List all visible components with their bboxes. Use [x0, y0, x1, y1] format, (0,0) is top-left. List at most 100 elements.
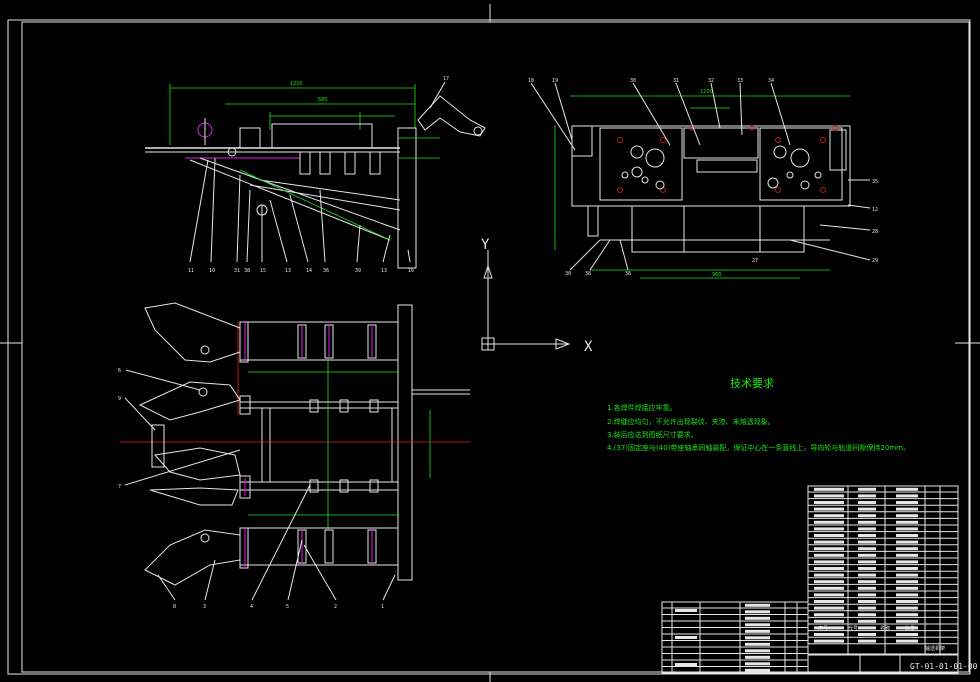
balloon-tl-3: 38 — [244, 268, 250, 274]
bom-right-name-glyph — [858, 494, 876, 498]
bom-right-code-glyph — [814, 573, 844, 577]
bom-right-code-glyph — [814, 547, 844, 551]
bom-right-code-glyph — [814, 507, 844, 511]
balloon-b-2: 7 — [118, 484, 121, 490]
bom-right-spec-glyph — [896, 514, 918, 518]
dim-top-right-bottom: 960 — [712, 272, 722, 278]
front-view-top-right: 1200 960 — [530, 82, 871, 279]
bom-right-name-glyph — [858, 534, 876, 537]
balloon-tr-3: 31 — [673, 78, 679, 84]
bom-right-name-glyph — [858, 626, 876, 630]
dim-top-left-overall: 1200 — [290, 81, 303, 87]
bom-right-name-glyph — [858, 540, 876, 544]
bom-right-code-glyph — [814, 639, 844, 643]
tech-requirement-1: 1.各焊件焊接应牢靠。 — [607, 403, 677, 412]
bom-right-spec-glyph — [896, 606, 918, 610]
bom-right-spec-glyph — [896, 547, 918, 551]
balloons-bottom: 6 9 7 8 3 4 5 2 1 — [118, 368, 384, 610]
balloon-b-8: 1 — [381, 604, 384, 610]
bom-right-name-glyph — [858, 613, 876, 617]
balloon-tl-0: 11 — [188, 268, 194, 274]
balloon-tr-6: 34 — [768, 78, 774, 84]
balloon-tl-7: 36 — [323, 268, 329, 274]
bom-right-code-glyph — [814, 586, 844, 590]
bom-right-name-glyph — [858, 507, 876, 511]
bom-right-name-glyph — [858, 567, 876, 570]
bom-right-code-glyph — [814, 593, 844, 597]
title-col-header-0: 序号 — [818, 625, 828, 632]
axis-label-x: X — [584, 339, 593, 355]
bom-right-spec-glyph — [896, 593, 918, 597]
bom-right-name-glyph — [858, 573, 876, 577]
balloon-b-5: 4 — [250, 604, 253, 610]
bom-left-name-glyph — [745, 603, 770, 607]
bom-right-name-glyph — [858, 501, 876, 504]
axis-label-y: Y — [481, 237, 490, 253]
bom-left-name-glyph — [745, 636, 770, 640]
dim-top-left-inner: 680 — [318, 97, 328, 103]
bom-right-code-glyph — [814, 580, 844, 584]
bom-right-code-glyph — [814, 600, 844, 603]
balloon-tr-13: 38 — [585, 271, 591, 277]
ucs-icon: Y X — [481, 237, 593, 355]
bom-right-spec-glyph — [896, 540, 918, 544]
balloon-tl-1: 10 — [209, 268, 215, 274]
balloon-b-0: 6 — [118, 368, 121, 374]
bom-right-name-glyph — [858, 520, 876, 524]
bom-right-name-glyph — [858, 547, 876, 551]
bom-right-name-glyph — [858, 553, 876, 557]
bom-right-spec-glyph — [896, 586, 918, 590]
bom-right-code-glyph — [814, 606, 844, 610]
balloon-b-6: 5 — [286, 604, 289, 610]
bom-right-spec-glyph — [896, 567, 918, 570]
balloon-tr-9: 28 — [872, 229, 878, 235]
bom-right-code-glyph — [814, 534, 844, 537]
plan-view-bottom-left — [120, 302, 470, 601]
bom-right-name-glyph — [858, 633, 876, 636]
bom-left-name-glyph — [745, 629, 770, 633]
tech-requirements: 技术要求 1.各焊件焊接应牢靠。 2.焊缝应均匀，不允许出现裂纹、夹渣、未熔透现… — [607, 377, 910, 452]
bom-right-code-glyph — [814, 633, 844, 636]
balloon-tr-1: 19 — [552, 78, 558, 84]
bom-left-name-glyph — [745, 668, 770, 672]
bom-right-spec-glyph — [896, 494, 918, 498]
balloon-b-3: 8 — [173, 604, 176, 610]
bom-right-code-glyph — [814, 553, 844, 557]
bom-right-spec-glyph — [896, 639, 918, 643]
bom-left-name-glyph — [745, 642, 770, 646]
bom-left-name-glyph — [745, 655, 770, 659]
balloon-tr-4: 32 — [708, 78, 714, 84]
balloon-tr-7: 35 — [872, 179, 878, 185]
bom-right-spec-glyph — [896, 507, 918, 511]
balloon-tr-8: 12 — [872, 207, 878, 213]
bom-right-code-glyph — [814, 514, 844, 518]
title-col-header-2: 名称 — [880, 625, 890, 632]
tech-requirement-2: 2.焊缝应均匀，不允许出现裂纹、夹渣、未熔透现象。 — [607, 417, 775, 426]
bom-left-name-glyph — [745, 623, 770, 627]
bom-right-spec-glyph — [896, 553, 918, 557]
cad-drawing-canvas: 1200 680 11 10 31 38 15 13 14 36 39 13 1… — [0, 4, 980, 682]
dim-top-right-overall: 1200 — [700, 89, 713, 95]
balloon-tl-4: 15 — [260, 268, 266, 274]
side-view-top-left: 1200 680 — [145, 81, 486, 269]
balloon-tr-14: 38 — [625, 271, 631, 277]
balloon-tr-10: 29 — [872, 258, 878, 264]
tech-requirement-4: 4.(37)固定座与(40)带座轴承同轴装配，保证中心在一条直线上，导向轮与轨道… — [607, 443, 910, 452]
drawing-name: 输送机架 — [925, 645, 945, 652]
bom-right-spec-glyph — [896, 534, 918, 537]
bom-right-name-glyph — [858, 487, 876, 491]
bom-right-name-glyph — [858, 606, 876, 610]
bom-left-name-glyph — [745, 616, 770, 620]
bom-right-name-glyph — [858, 619, 876, 623]
balloon-b-1: 9 — [118, 396, 121, 402]
bom-right-code-glyph — [814, 494, 844, 498]
bom-left-code-glyph — [675, 636, 697, 639]
bom-right-name-glyph — [858, 639, 876, 643]
bom-left-name-glyph — [745, 649, 770, 653]
drawing-number: GT-01-01-01-00 — [910, 662, 978, 671]
bom-right-code-glyph — [814, 540, 844, 544]
balloon-tl-10: 16 — [408, 268, 414, 274]
title-col-header-1: 代号 — [848, 625, 858, 632]
balloon-b-7: 2 — [334, 604, 337, 610]
bom-right-name-glyph — [858, 593, 876, 597]
